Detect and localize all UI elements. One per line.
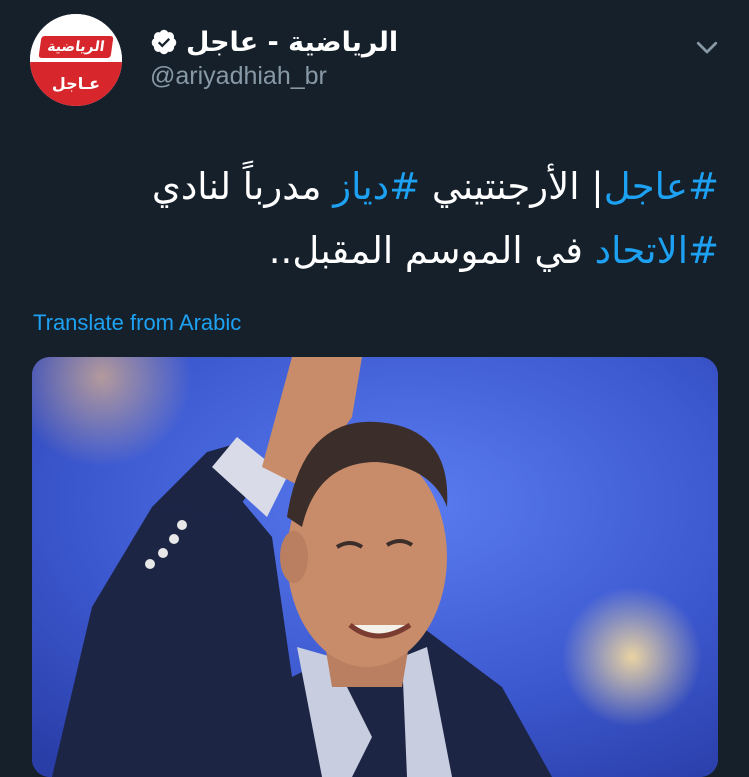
- avatar-logo: الرياضية: [38, 36, 114, 58]
- author-handle[interactable]: @ariyadhiah_br: [150, 62, 327, 91]
- hashtag-link[interactable]: #الاتحاد: [595, 229, 719, 272]
- avatar-logo-text: الرياضية: [46, 39, 106, 55]
- tweet-text-segment: في الموسم المقبل..: [268, 229, 595, 272]
- translate-link[interactable]: Translate from Arabic: [33, 310, 241, 336]
- tweet-text: #عاجل| الأرجنتيني #دياز مدرباً لنادي #ال…: [79, 155, 719, 283]
- avatar-sub-text: عـاجل: [51, 74, 101, 93]
- avatar[interactable]: الرياضية عـاجل: [30, 14, 122, 106]
- tweet-text-segment: | الأرجنتيني: [420, 165, 604, 208]
- chevron-down-icon[interactable]: [692, 32, 722, 62]
- tweet-text-segment: مدرباً لنادي: [151, 165, 334, 208]
- author-name-row[interactable]: الرياضية - عاجل: [150, 24, 398, 60]
- hashtag-link[interactable]: #دياز: [333, 165, 420, 208]
- tweet-text-line-1: #عاجل| الأرجنتيني #دياز مدرباً لنادي: [79, 155, 719, 219]
- hashtag-link[interactable]: #عاجل: [604, 165, 719, 208]
- tweet-media-photo[interactable]: [32, 357, 718, 777]
- tweet-text-line-2: #الاتحاد في الموسم المقبل..: [79, 219, 719, 283]
- photo-icon: [32, 357, 718, 777]
- tweet[interactable]: الرياضية عـاجل الرياضية - عاجل @ariyadhi…: [0, 0, 749, 777]
- author-display-name[interactable]: الرياضية - عاجل: [186, 27, 398, 58]
- verified-badge-icon: [151, 29, 177, 55]
